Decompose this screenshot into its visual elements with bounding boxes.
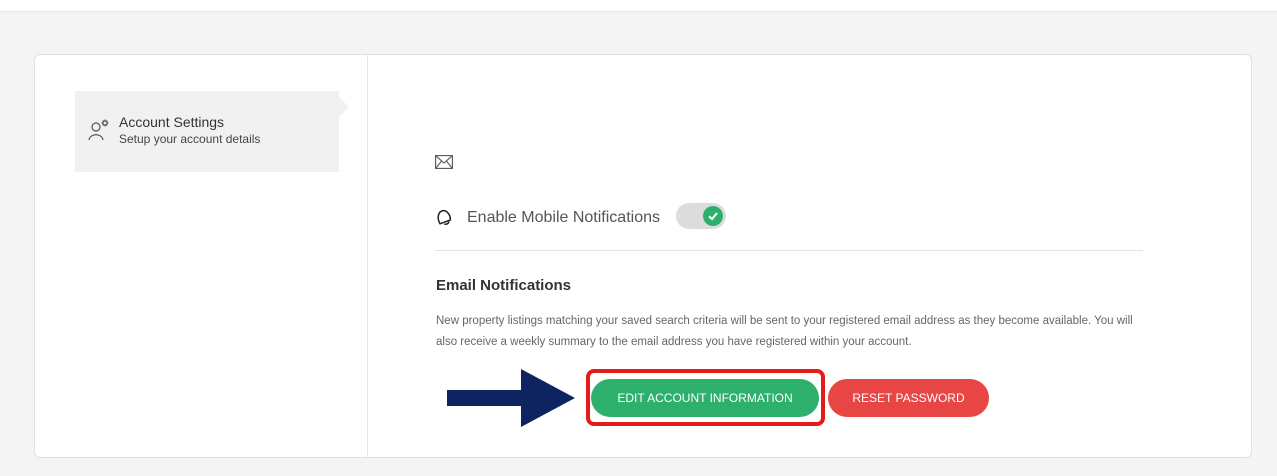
mobile-notifications-toggle[interactable] [676, 203, 726, 229]
sidebar-item-account-settings[interactable]: Account Settings Setup your account deta… [75, 91, 349, 172]
top-bar [0, 0, 1277, 12]
bell-icon [435, 208, 453, 226]
toggle-knob [703, 206, 723, 226]
user-gear-icon [88, 118, 110, 142]
sidebar-item-subtitle: Setup your account details [119, 132, 261, 146]
sidebar-item-title: Account Settings [119, 114, 225, 130]
pointer-arrow-icon [447, 369, 577, 427]
email-notifications-title: Email Notifications [436, 277, 572, 294]
email-notifications-description: New property listings matching your save… [436, 315, 1133, 348]
check-icon [708, 212, 718, 221]
reset-password-button[interactable]: RESET PASSWORD [828, 379, 989, 417]
edit-account-information-button[interactable]: EDIT ACCOUNT INFORMATION [591, 379, 819, 417]
mobile-notifications-label: Enable Mobile Notifications [467, 209, 660, 226]
settings-card: Account Settings Setup your account deta… [34, 54, 1252, 458]
envelope-icon [435, 155, 453, 169]
active-caret [339, 97, 349, 117]
section-divider [435, 250, 1143, 251]
vertical-divider [367, 55, 368, 457]
